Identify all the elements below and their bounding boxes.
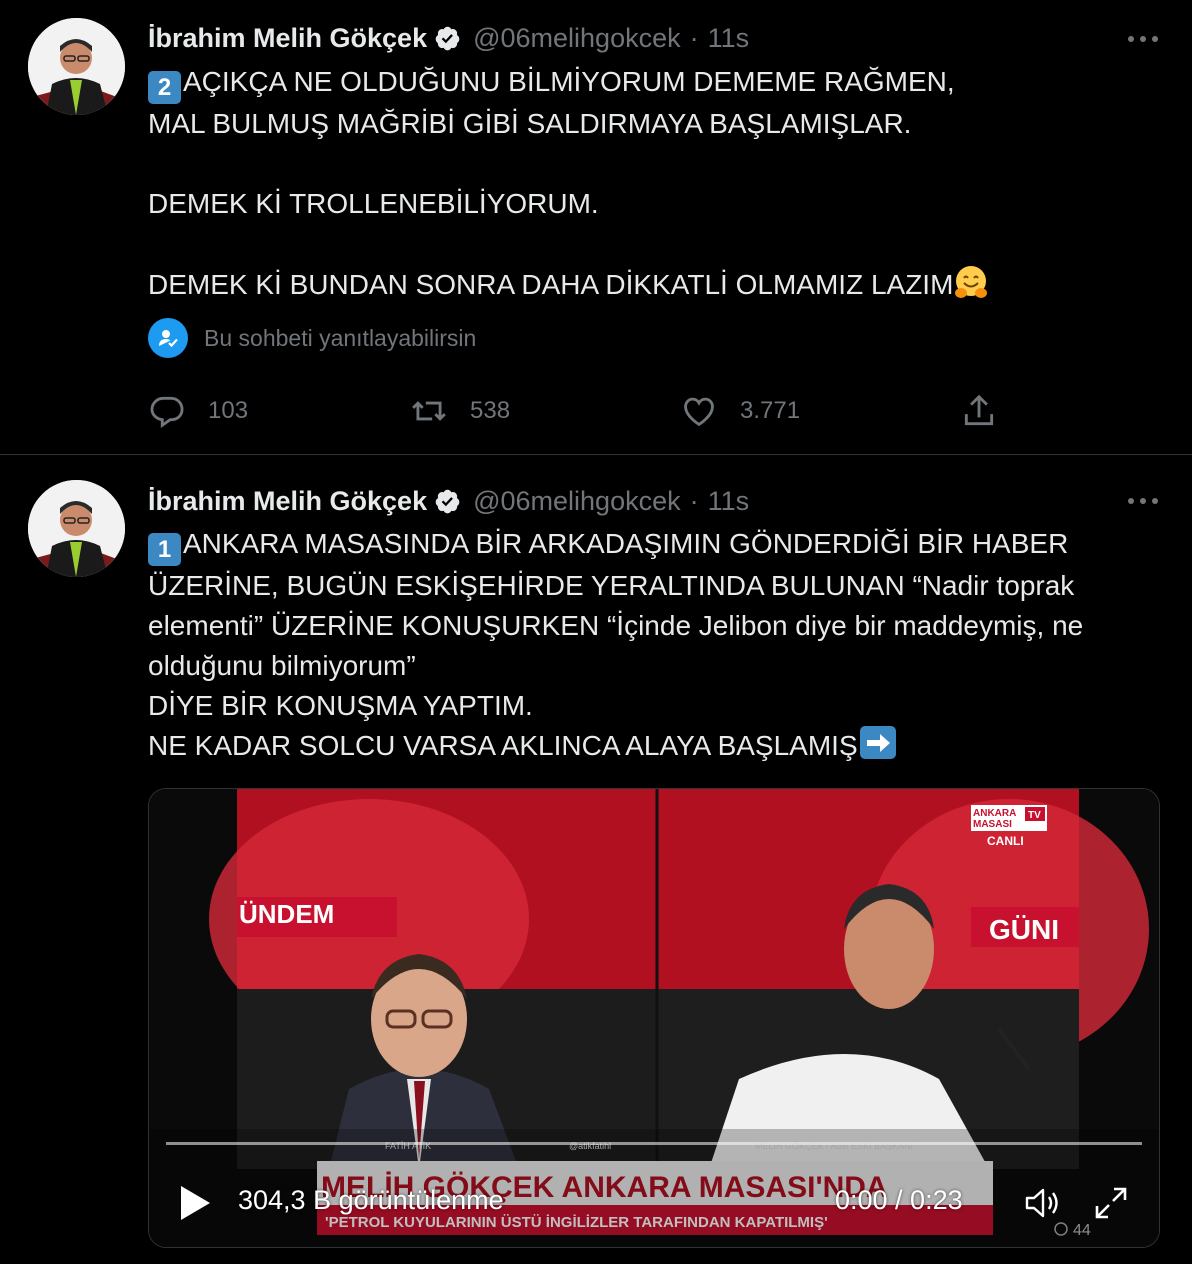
separator: · (689, 22, 699, 53)
hugging-face-emoji (953, 264, 989, 300)
tweet-text: 1 ANKARA MASASINDA BİR ARKADAŞIMIN GÖNDER… (148, 524, 1162, 766)
right-arrow-emoji (859, 726, 896, 759)
channel-logo-line1: ANKARA (973, 808, 1016, 819)
reply-note-text: Bu sohbeti yanıtlayabilirsin (204, 324, 477, 351)
reply-icon (150, 396, 184, 428)
tweet-2[interactable]: İbrahim Melih Gökçek @06melihgokcek · 11… (0, 456, 1192, 1264)
tweet-header: İbrahim Melih Gökçek @06melihgokcek · 11… (148, 483, 749, 519)
share-icon (964, 394, 994, 426)
tweet-text: 2 AÇIKÇA NE OLDUĞUNU BİLMİYORUM DEMEME RA… (148, 62, 1162, 305)
avatar[interactable] (28, 18, 125, 115)
author-name[interactable]: İbrahim Melih Gökçek (148, 23, 427, 54)
author-name[interactable]: İbrahim Melih Gökçek (148, 486, 427, 517)
keycap-emoji: 2 (148, 71, 181, 104)
reply-button[interactable]: 103 (148, 388, 248, 434)
verified-badge-icon (434, 488, 461, 515)
tweet-text-content: AÇIKÇA NE OLDUĞUNU BİLMİYORUM DEMEME RAĞ… (148, 66, 955, 300)
author-handle[interactable]: @06melihgokcek (473, 23, 681, 54)
video-progress-bar[interactable] (166, 1142, 1142, 1145)
video-player[interactable]: ANKARA MASASI TV CANLI ÜNDEM GÜNI FATİH … (148, 788, 1160, 1248)
timestamp[interactable]: 11s (708, 23, 750, 54)
tweet-header: İbrahim Melih Gökçek @06melihgokcek · 11… (148, 20, 749, 56)
share-button[interactable] (960, 388, 1020, 434)
speaker-icon (1025, 1188, 1058, 1218)
retweet-icon (412, 401, 446, 421)
channel-logo-line2: MASASI (973, 819, 1012, 830)
tweet-text-content: ANKARA MASASINDA BİR ARKADAŞIMIN GÖNDERD… (148, 528, 1084, 761)
verified-badge-icon (434, 25, 461, 52)
separator: · (689, 485, 699, 516)
video-frame[interactable]: ANKARA MASASI TV CANLI ÜNDEM GÜNI FATİH … (149, 789, 1160, 1248)
tweet-1[interactable]: İbrahim Melih Gökçek @06melihgokcek · 11… (0, 0, 1192, 455)
like-button[interactable]: 3.771 (680, 388, 800, 434)
heart-icon (684, 397, 714, 427)
reply-count: 103 (208, 397, 249, 424)
left-banner-text: ÜNDEM (239, 899, 334, 929)
video-time: 0:00 / 0:23 (835, 1185, 963, 1215)
volume-button[interactable] (1021, 1183, 1061, 1223)
fullscreen-button[interactable] (1091, 1183, 1131, 1223)
right-banner-text: GÜNI (989, 914, 1059, 945)
reply-restriction-note: Bu sohbeti yanıtlayabilirsin (148, 318, 476, 358)
like-count: 3.771 (740, 397, 801, 424)
play-icon (181, 1186, 210, 1220)
live-label: CANLI (987, 834, 1024, 848)
keycap-emoji: 1 (148, 533, 181, 566)
play-button[interactable] (177, 1183, 213, 1223)
more-options-icon[interactable] (1128, 36, 1158, 44)
tweet-actions: 103 538 3.771 (148, 388, 1008, 434)
channel-logo-tv: TV (1028, 810, 1041, 821)
author-handle[interactable]: @06melihgokcek (473, 486, 681, 517)
timestamp[interactable]: 11s (708, 486, 750, 517)
retweet-button[interactable]: 538 (410, 388, 510, 434)
retweet-count: 538 (470, 397, 511, 424)
fullscreen-icon (1095, 1187, 1127, 1219)
reply-permission-icon (148, 318, 188, 358)
view-count: 304,3 B görüntülenme (238, 1185, 504, 1215)
more-options-icon[interactable] (1128, 498, 1158, 506)
avatar[interactable] (28, 480, 125, 577)
